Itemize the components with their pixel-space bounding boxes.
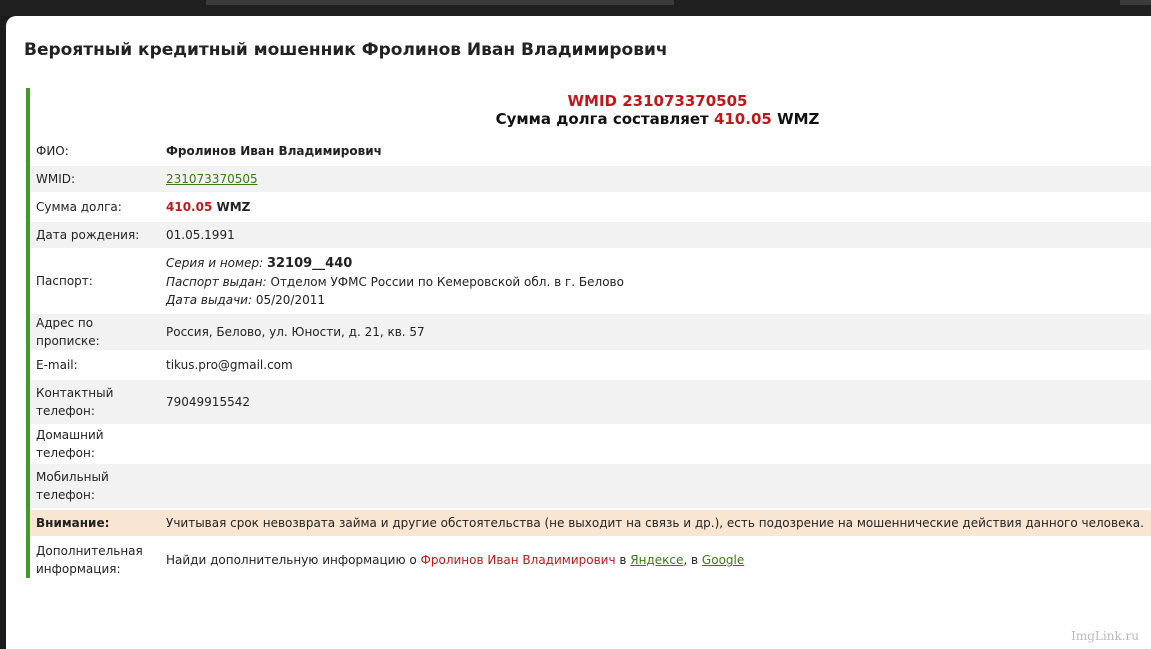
value-address: Россия, Белово, ул. Юности, д. 21, кв. 5…: [160, 314, 1151, 350]
value-debt-amount: 410.05: [166, 200, 213, 214]
wmid-link[interactable]: 231073370505: [166, 172, 258, 186]
profile-content: WMID 231073370505 Сумма долга составляет…: [26, 88, 1151, 578]
passport-number: 32109__440: [266, 255, 353, 271]
label-mobile-phone: Мобильный телефон:: [30, 464, 160, 508]
row-address: Адрес по прописке: Россия, Белово, ул. Ю…: [30, 314, 1151, 350]
value-home-phone: [160, 426, 1151, 462]
row-email: E-mail: tikus.pro@gmail.com: [30, 352, 1151, 378]
label-birth: Дата рождения:: [30, 222, 160, 248]
row-contact-phone: Контактный телефон: 79049915542: [30, 380, 1151, 424]
browser-top-bar: [0, 0, 1151, 16]
value-contact-phone: 79049915542: [160, 380, 1151, 424]
row-extra: Дополнительная информация: Найди дополни…: [30, 538, 1151, 582]
passport-date-value: 05/20/2011: [255, 292, 326, 307]
summary-header: WMID 231073370505 Сумма долга составляет…: [30, 92, 1151, 128]
row-wmid: WMID: 231073370505: [30, 166, 1151, 192]
row-mobile-phone: Мобильный телефон:: [30, 464, 1151, 508]
row-debt: Сумма долга: 410.05 WMZ: [30, 194, 1151, 220]
row-fio: ФИО: Фролинов Иван Владимирович: [30, 138, 1151, 164]
label-extra: Дополнительная информация:: [36, 544, 143, 576]
summary-debt: Сумма долга составляет 410.05 WMZ: [160, 110, 1151, 128]
row-warning: Внимание: Учитывая срок невозврата займа…: [30, 510, 1151, 536]
value-email: tikus.pro@gmail.com: [166, 358, 293, 372]
row-birth: Дата рождения: 01.05.1991: [30, 222, 1151, 248]
label-address: Адрес по прописке:: [30, 314, 160, 350]
passport-date: Дата выдачи: 05/20/2011: [166, 292, 326, 307]
summary-debt-amount: 410.05: [713, 110, 772, 128]
value-birth: 01.05.1991: [160, 222, 1151, 248]
page-title: Вероятный кредитный мошенник Фролинов Ив…: [24, 40, 668, 60]
row-home-phone: Домашний телефон:: [30, 426, 1151, 462]
content-panel: Вероятный кредитный мошенник Фролинов Ив…: [6, 16, 1151, 649]
passport-issued: Паспорт выдан: Отделом УФМС России по Ке…: [166, 274, 624, 289]
label-email: E-mail:: [36, 358, 78, 372]
profile-table: ФИО: Фролинов Иван Владимирович WMID: 23…: [30, 136, 1151, 584]
top-tab-strip-right: [1120, 0, 1151, 5]
watermark-logo: ImgLink.ru: [1071, 629, 1139, 643]
summary-debt-currency: WMZ: [777, 110, 820, 128]
summary-wmid: WMID 231073370505: [567, 92, 748, 110]
row-passport: Паспорт: Серия и номер: 32109__440 Паспо…: [30, 250, 1151, 312]
extra-name: Фролинов Иван Владимирович: [420, 553, 616, 567]
passport-issued-value: Отделом УФМС России по Кемеровской обл. …: [270, 274, 624, 289]
label-debt: Сумма долга:: [36, 200, 122, 214]
top-tab-strip: [206, 0, 674, 5]
value-debt-currency: WMZ: [216, 200, 251, 214]
label-fio: ФИО:: [36, 144, 69, 158]
label-wmid: WMID:: [30, 166, 160, 192]
value-extra: Найди дополнительную информацию о Фролин…: [166, 553, 745, 567]
value-mobile-phone: [160, 464, 1151, 508]
value-fio: Фролинов Иван Владимирович: [166, 144, 382, 158]
label-passport: Паспорт:: [36, 274, 93, 288]
passport-series: Серия и номер: 32109__440: [166, 255, 353, 271]
label-contact-phone: Контактный телефон:: [30, 380, 160, 424]
label-warning: Внимание:: [30, 510, 160, 536]
value-warning: Учитывая срок невозврата займа и другие …: [160, 510, 1151, 536]
yandex-link[interactable]: Яндексе: [630, 553, 683, 567]
google-link[interactable]: Google: [702, 553, 744, 567]
summary-debt-prefix: Сумма долга составляет: [495, 110, 709, 128]
label-home-phone: Домашний телефон:: [36, 428, 104, 460]
